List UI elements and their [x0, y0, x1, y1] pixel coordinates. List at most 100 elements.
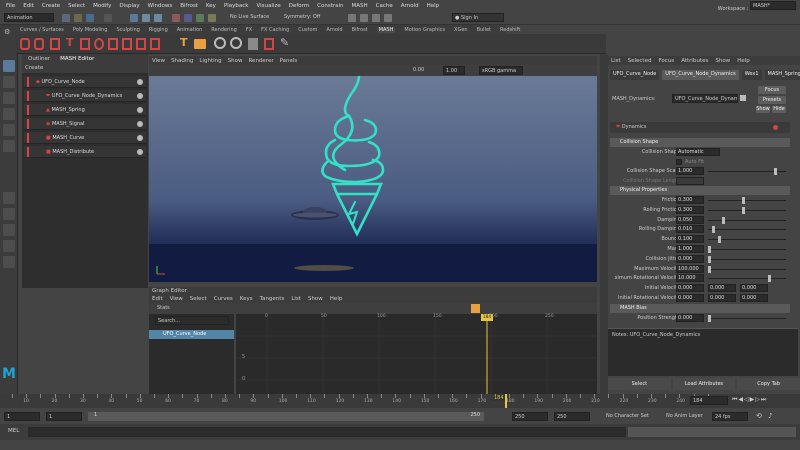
visibility-icon[interactable]	[137, 79, 143, 85]
graph-search[interactable]: Search...	[155, 316, 229, 325]
shelf-tab-redshift[interactable]: Redshift	[500, 27, 520, 33]
end-time-field[interactable]: 250	[554, 412, 590, 421]
single-view-icon[interactable]	[3, 192, 15, 204]
slider-knob[interactable]	[774, 168, 777, 175]
slider-knob[interactable]	[742, 197, 745, 204]
scale-tool-icon[interactable]	[3, 140, 15, 152]
attr-slider[interactable]	[708, 226, 786, 234]
attr-slider[interactable]	[708, 206, 786, 214]
visibility-icon[interactable]	[137, 149, 143, 155]
select-mode-icon[interactable]	[130, 14, 138, 22]
viewport[interactable]	[149, 76, 597, 282]
select-component-icon[interactable]	[154, 14, 162, 22]
attr-field[interactable]: 0.300	[676, 196, 704, 204]
physical-properties-section[interactable]: Physical Properties	[610, 186, 790, 195]
viewport-menu-panels[interactable]: Panels	[280, 58, 298, 64]
text-tool-icon[interactable]: T	[180, 36, 188, 49]
shelf-tab-bifrost[interactable]: Bifrost	[352, 27, 368, 33]
start-time-field[interactable]: 1	[4, 412, 40, 421]
graph-menu-edit[interactable]: Edit	[152, 296, 163, 302]
menu-create[interactable]: Create	[42, 3, 60, 9]
notes-box[interactable]: Notes: UFO_Curve_Node_Dynamics	[608, 328, 798, 376]
list-item[interactable]: ▲ MASH_Spring	[24, 104, 146, 116]
mode-select[interactable]: Animation	[4, 13, 54, 22]
shelf-tab-motion-graphics[interactable]: Motion Graphics	[404, 27, 445, 33]
visibility-icon[interactable]	[137, 93, 143, 99]
focus-node-icon[interactable]	[740, 95, 746, 101]
svg-tool-icon[interactable]	[194, 39, 206, 49]
current-frame-field[interactable]: 184	[690, 396, 728, 405]
attr-slider[interactable]	[708, 255, 786, 263]
slider-knob[interactable]	[708, 265, 711, 273]
new-scene-icon[interactable]	[62, 14, 70, 22]
slider-knob[interactable]	[708, 246, 711, 253]
menu-constrain[interactable]: Constrain	[317, 3, 343, 9]
mel-input[interactable]	[28, 427, 626, 437]
tab-wex1[interactable]: Wex1	[741, 70, 762, 80]
visibility-icon[interactable]	[137, 107, 143, 113]
slider-knob[interactable]	[742, 206, 745, 214]
menu-mash[interactable]: MASH	[352, 3, 368, 9]
ipr-icon[interactable]	[360, 14, 368, 22]
attr-slider[interactable]	[708, 246, 786, 253]
live-surface[interactable]: No Live Surface	[228, 13, 270, 22]
gamma-field[interactable]: 1.00	[443, 66, 465, 75]
brush-icon[interactable]: ✎	[280, 36, 289, 49]
side-view-icon[interactable]	[3, 224, 15, 236]
menu-visualize[interactable]: Visualize	[257, 3, 281, 9]
graph-view-icon[interactable]	[3, 256, 15, 268]
graph-menu-tangents[interactable]: Tangents	[260, 296, 285, 302]
shelf-tab-sculpting[interactable]: Sculpting	[116, 27, 139, 33]
attr-menu-list[interactable]: List	[611, 58, 621, 64]
menu-windows[interactable]: Windows	[148, 3, 173, 9]
snap-point-icon[interactable]	[196, 14, 204, 22]
tab-outliner[interactable]: Outliner	[28, 56, 50, 62]
move-tool-icon[interactable]	[3, 108, 15, 120]
position-strength-slider[interactable]	[708, 315, 786, 322]
mash-spline-icon[interactable]	[108, 38, 118, 50]
tab-ufo-curve-node[interactable]: UFO_Curve_Node	[610, 70, 660, 80]
graph-menu-keys[interactable]: Keys	[240, 296, 253, 302]
graph-canvas[interactable]: 184 5 0 0 50 100 150 200 250	[236, 314, 597, 394]
menu-cache[interactable]: Cache	[376, 3, 393, 9]
shelf-tab-fx[interactable]: FX	[246, 27, 252, 33]
attr-field[interactable]: 10.000	[676, 274, 704, 283]
collision-scale-slider[interactable]	[708, 168, 786, 175]
mash-bias-section[interactable]: MASH Bias	[610, 304, 790, 313]
attr-field[interactable]: 0.000	[740, 284, 768, 293]
presets-button[interactable]: Presets	[758, 96, 786, 104]
visibility-icon[interactable]	[137, 121, 143, 127]
attr-slider[interactable]	[708, 236, 786, 244]
sign-in-button[interactable]: ● Sign In	[452, 13, 504, 22]
attr-menu-selected[interactable]: Selected	[628, 58, 652, 64]
mash-type-icon[interactable]: T	[66, 36, 74, 49]
attr-menu-attributes[interactable]: Attributes	[681, 58, 708, 64]
attr-field[interactable]: 0.010	[676, 225, 704, 234]
focus-button[interactable]: Focus	[758, 86, 786, 94]
key-stats-icon[interactable]	[471, 304, 480, 313]
slider-knob[interactable]	[708, 315, 711, 322]
graph-menu-show[interactable]: Show	[308, 296, 323, 302]
attr-field[interactable]: 0.000	[740, 294, 768, 302]
show-button[interactable]: Show	[756, 106, 770, 113]
render-settings-icon[interactable]	[372, 14, 380, 22]
slider-knob[interactable]	[718, 236, 721, 244]
playback-end-field[interactable]: 250	[512, 412, 548, 421]
viewport-menu-renderer[interactable]: Renderer	[248, 58, 273, 64]
attr-field[interactable]: 0.000	[676, 294, 704, 302]
shelf-tab-animation[interactable]: Animation	[177, 27, 203, 33]
mash-flight-icon[interactable]	[122, 38, 132, 50]
mash-repro-icon[interactable]	[34, 38, 44, 50]
lasso-tool-icon[interactable]	[3, 76, 15, 88]
symmetry-select[interactable]: Symmetry: Off	[282, 13, 330, 22]
shelf-tab-bullet[interactable]: Bullet	[477, 27, 491, 33]
shelf-tab-xgen[interactable]: XGen	[454, 27, 468, 33]
playhead[interactable]	[505, 394, 507, 408]
attr-field[interactable]: 0.000	[676, 254, 704, 263]
graph-menu-view[interactable]: View	[170, 296, 183, 302]
snap-view-icon[interactable]	[208, 14, 216, 22]
viewport-menu-shading[interactable]: Shading	[171, 58, 193, 64]
viewport-menu-lighting[interactable]: Lighting	[199, 58, 221, 64]
graph-menu-select[interactable]: Select	[190, 296, 207, 302]
attr-field[interactable]: 0.050	[676, 215, 704, 224]
